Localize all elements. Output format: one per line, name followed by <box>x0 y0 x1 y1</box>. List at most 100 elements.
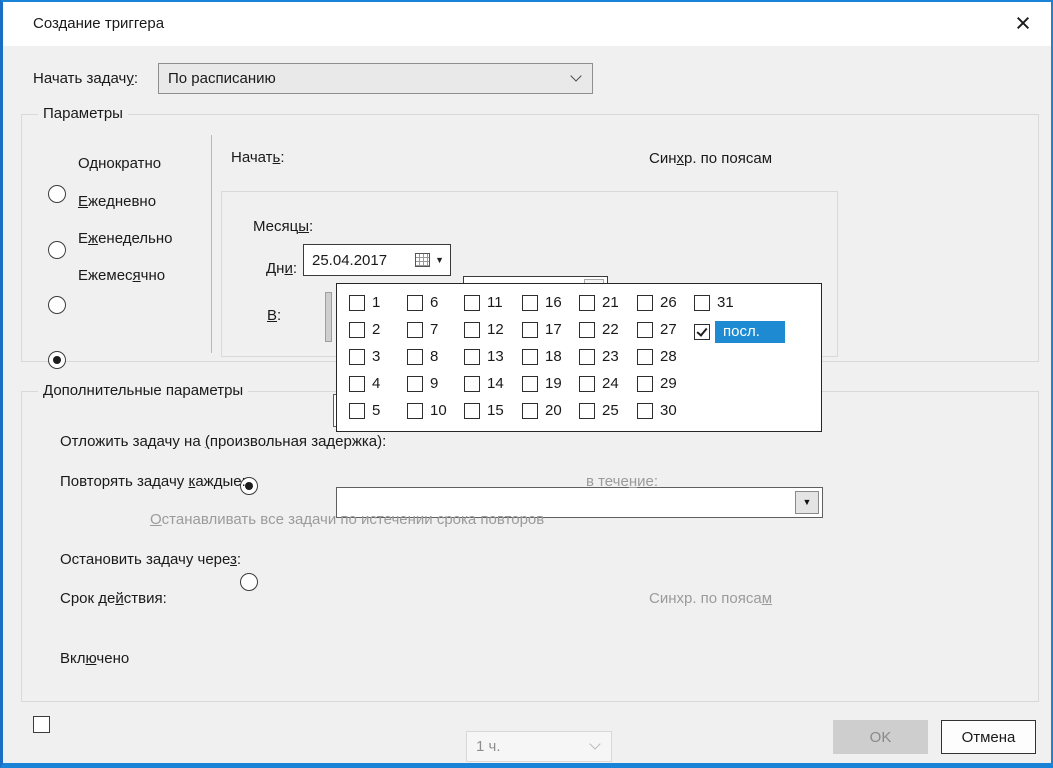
day-option[interactable]: 30 <box>637 402 677 419</box>
day-option[interactable]: 25 <box>579 402 619 419</box>
schedule-radio-label[interactable]: Ежедневно <box>78 193 156 210</box>
day-label[interactable]: 19 <box>545 375 562 392</box>
day-option[interactable]: 17 <box>522 321 562 338</box>
day-option[interactable]: 4 <box>349 375 380 392</box>
schedule-radio[interactable] <box>48 241 66 259</box>
day-option[interactable]: 12 <box>464 321 504 338</box>
stop-after-label[interactable]: Остановить задачу через: <box>60 551 241 568</box>
day-label[interactable]: 15 <box>487 402 504 419</box>
day-label[interactable]: 30 <box>660 402 677 419</box>
day-label[interactable]: 16 <box>545 294 562 311</box>
day-checkbox[interactable] <box>637 322 653 338</box>
day-option[interactable]: 5 <box>349 402 380 419</box>
days-label[interactable]: Дни: <box>266 260 297 277</box>
day-label[interactable]: 1 <box>372 294 380 311</box>
day-label[interactable]: 17 <box>545 321 562 338</box>
day-checkbox[interactable] <box>349 295 365 311</box>
day-label[interactable]: 18 <box>545 348 562 365</box>
day-checkbox[interactable] <box>407 403 423 419</box>
day-label[interactable]: 20 <box>545 402 562 419</box>
day-checkbox[interactable] <box>464 376 480 392</box>
day-checkbox[interactable] <box>407 349 423 365</box>
day-option[interactable]: 1 <box>349 294 380 311</box>
day-label[interactable]: 25 <box>602 402 619 419</box>
day-option[interactable]: 31 <box>694 294 734 311</box>
sync-timezone-label[interactable]: Синхр. по поясам <box>649 150 772 167</box>
day-checkbox[interactable] <box>579 295 595 311</box>
day-checkbox[interactable] <box>579 403 595 419</box>
day-label[interactable]: 9 <box>430 375 438 392</box>
schedule-radio-label[interactable]: Еженедельно <box>78 230 173 247</box>
day-checkbox[interactable] <box>349 376 365 392</box>
day-option[interactable]: 16 <box>522 294 562 311</box>
day-checkbox[interactable] <box>464 295 480 311</box>
close-icon[interactable]: × <box>1007 9 1039 39</box>
schedule-radio-label[interactable]: Ежемесячно <box>78 267 165 284</box>
day-label[interactable]: 8 <box>430 348 438 365</box>
day-label[interactable]: 10 <box>430 402 447 419</box>
day-checkbox[interactable] <box>522 376 538 392</box>
delay-checkbox[interactable] <box>33 716 50 733</box>
day-label[interactable]: 26 <box>660 294 677 311</box>
begin-task-select[interactable]: По расписанию <box>158 63 593 94</box>
scrollbar-thumb[interactable] <box>325 292 332 342</box>
schedule-radio-label[interactable]: Однократно <box>78 155 161 172</box>
day-option[interactable]: 24 <box>579 375 619 392</box>
repeat-label[interactable]: Повторять задачу каждые: <box>60 473 246 490</box>
day-option[interactable]: 9 <box>407 375 438 392</box>
day-label[interactable]: 13 <box>487 348 504 365</box>
day-checkbox[interactable] <box>637 403 653 419</box>
day-option[interactable]: 13 <box>464 348 504 365</box>
day-checkbox[interactable] <box>349 322 365 338</box>
day-checkbox[interactable] <box>579 349 595 365</box>
day-label[interactable]: 27 <box>660 321 677 338</box>
day-option[interactable]: 28 <box>637 348 677 365</box>
day-checkbox[interactable] <box>637 376 653 392</box>
day-option[interactable]: 20 <box>522 402 562 419</box>
day-label[interactable]: 4 <box>372 375 380 392</box>
day-label[interactable]: 5 <box>372 402 380 419</box>
day-option[interactable]: 8 <box>407 348 438 365</box>
day-option[interactable]: 19 <box>522 375 562 392</box>
day-checkbox[interactable] <box>349 403 365 419</box>
day-option[interactable]: 18 <box>522 348 562 365</box>
day-option[interactable]: посл. <box>694 321 785 343</box>
day-checkbox[interactable] <box>464 349 480 365</box>
day-checkbox[interactable] <box>579 376 595 392</box>
schedule-radio[interactable] <box>48 296 66 314</box>
schedule-radio[interactable] <box>48 351 66 369</box>
day-label[interactable]: 31 <box>717 294 734 311</box>
day-label[interactable]: 2 <box>372 321 380 338</box>
day-checkbox[interactable] <box>464 403 480 419</box>
day-option[interactable]: 6 <box>407 294 438 311</box>
day-label[interactable]: 23 <box>602 348 619 365</box>
day-label[interactable]: 22 <box>602 321 619 338</box>
day-checkbox[interactable] <box>349 349 365 365</box>
weeks-label[interactable]: В: <box>267 307 281 324</box>
day-option[interactable]: 29 <box>637 375 677 392</box>
day-option[interactable]: 27 <box>637 321 677 338</box>
day-option[interactable]: 15 <box>464 402 504 419</box>
day-checkbox[interactable] <box>464 322 480 338</box>
schedule-radio[interactable] <box>48 185 66 203</box>
day-option[interactable]: 7 <box>407 321 438 338</box>
day-label[interactable]: 3 <box>372 348 380 365</box>
day-label[interactable]: 21 <box>602 294 619 311</box>
delay-label[interactable]: Отложить задачу на (произвольная задержк… <box>60 433 386 450</box>
day-checkbox[interactable] <box>694 324 710 340</box>
day-option[interactable]: 23 <box>579 348 619 365</box>
day-option[interactable]: 2 <box>349 321 380 338</box>
day-label[interactable]: 12 <box>487 321 504 338</box>
day-label[interactable]: посл. <box>715 321 785 343</box>
day-checkbox[interactable] <box>522 295 538 311</box>
day-label[interactable]: 24 <box>602 375 619 392</box>
day-label[interactable]: 6 <box>430 294 438 311</box>
day-label[interactable]: 28 <box>660 348 677 365</box>
day-option[interactable]: 10 <box>407 402 447 419</box>
day-checkbox[interactable] <box>637 349 653 365</box>
day-label[interactable]: 29 <box>660 375 677 392</box>
expire-label[interactable]: Срок действия: <box>60 590 167 607</box>
day-label[interactable]: 11 <box>487 294 503 311</box>
day-label[interactable]: 14 <box>487 375 504 392</box>
day-checkbox[interactable] <box>522 349 538 365</box>
